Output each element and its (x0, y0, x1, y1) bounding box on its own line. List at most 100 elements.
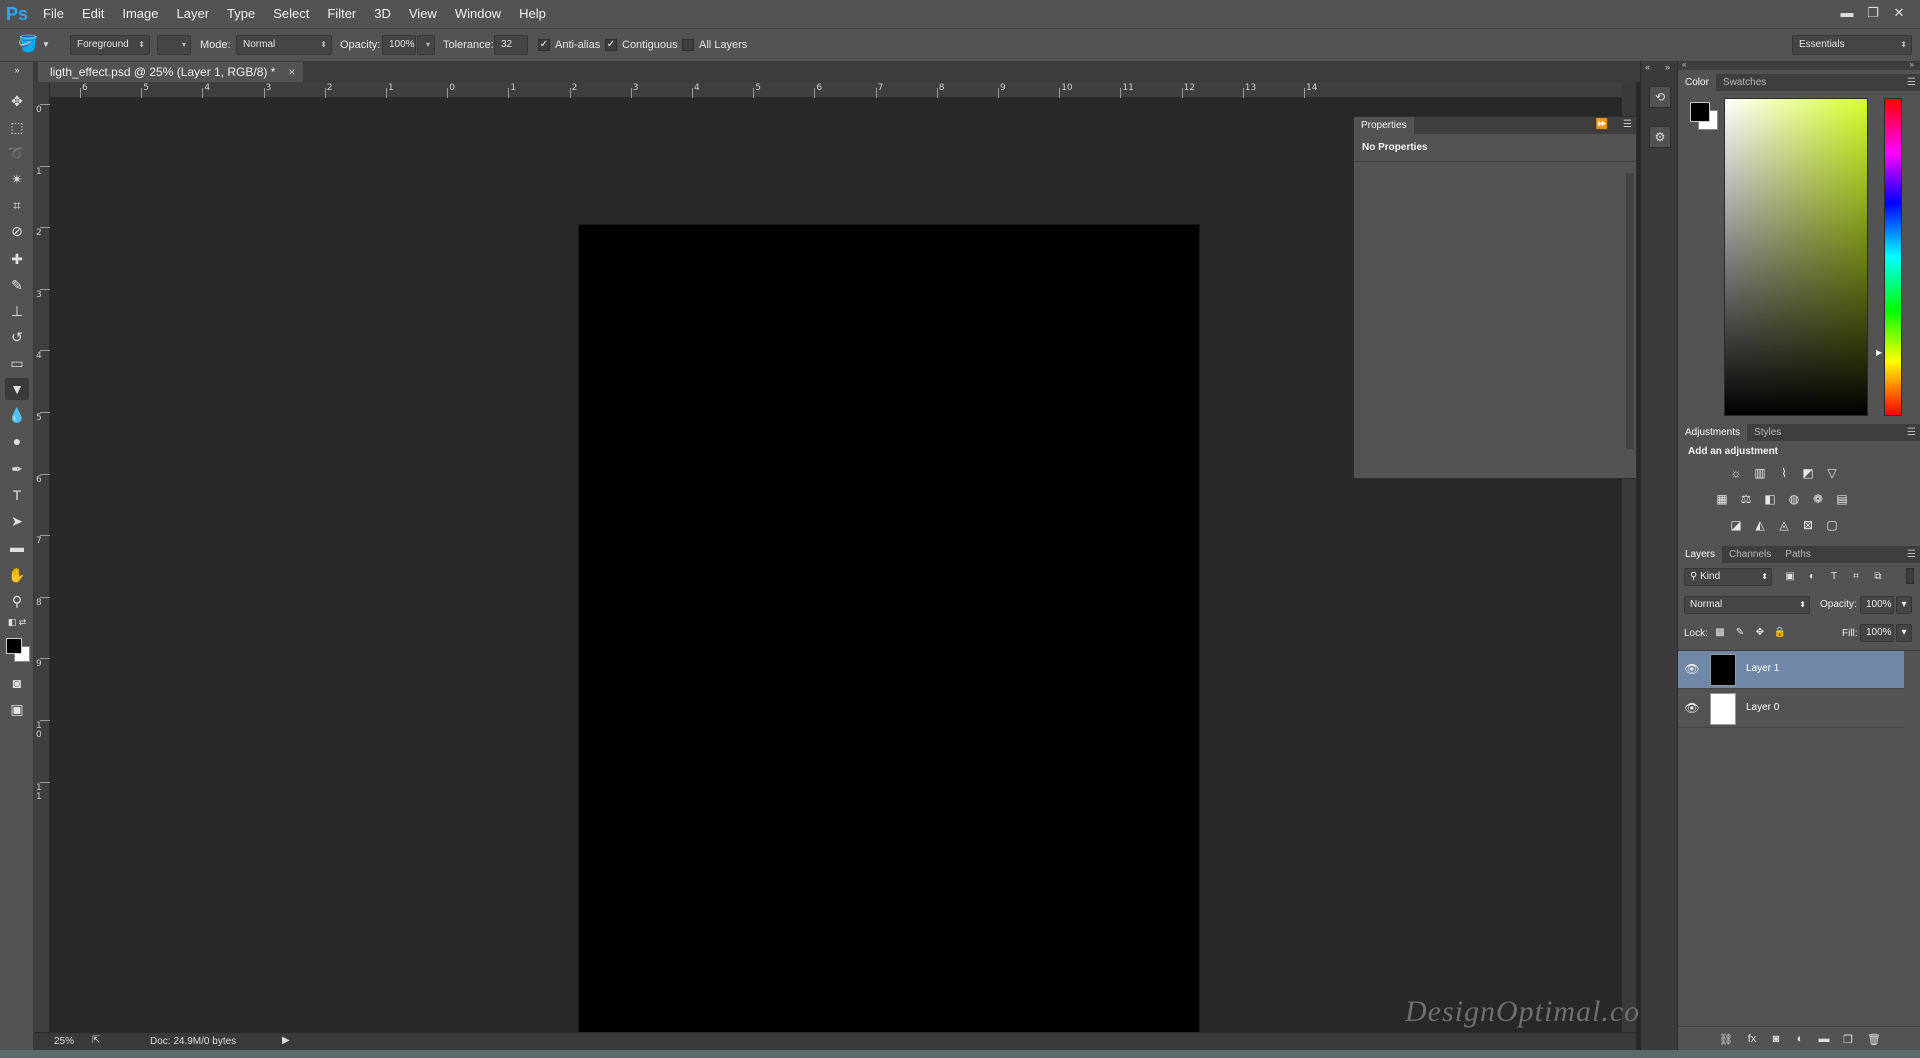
layer-style-fx-icon[interactable]: fx (1744, 1033, 1760, 1047)
pattern-picker[interactable]: ▾ (157, 35, 191, 55)
horizontal-ruler[interactable]: 6 5 4 3 2 1 0 1 2 3 4 5 6 7 8 9 10 11 12 13 14 (50, 82, 1622, 98)
new-group-icon[interactable]: ▬ (1816, 1033, 1832, 1047)
hue-slider-handle-icon[interactable]: ▶ (1876, 348, 1882, 357)
blend-mode-select[interactable]: Normal ⬍ (1684, 596, 1810, 614)
visibility-eye-icon[interactable]: 👁 (1684, 662, 1700, 678)
hue-slider[interactable] (1884, 98, 1902, 416)
restore-button[interactable]: ❐ (1860, 2, 1886, 24)
layer-opacity-input[interactable]: 100% (1860, 596, 1894, 614)
link-layers-icon[interactable]: ⛓ (1718, 1033, 1734, 1047)
close-button[interactable]: ✕ (1886, 2, 1912, 24)
tab-layers[interactable]: Layers (1678, 546, 1723, 563)
foreground-color-swatch[interactable] (6, 638, 22, 654)
menu-image[interactable]: Image (113, 0, 167, 28)
expand-panels-icon[interactable]: « (1682, 60, 1686, 69)
eraser-tool-icon[interactable]: ▭ (5, 352, 29, 374)
lock-transparent-icon[interactable]: ▩ (1712, 626, 1728, 640)
tab-color[interactable]: Color (1678, 74, 1716, 91)
filter-smart-object-icon[interactable]: ⧉ (1870, 570, 1886, 584)
menu-3d[interactable]: 3D (365, 0, 400, 28)
anti-alias-checkbox[interactable]: ✓ (538, 39, 550, 51)
collapse-panels-icon[interactable]: » (1910, 60, 1914, 69)
posterize-icon[interactable]: ◭ (1752, 518, 1768, 532)
panel-menu-icon[interactable]: ☰ (1907, 74, 1916, 91)
tab-adjustments[interactable]: Adjustments (1678, 424, 1748, 441)
history-brush-tool-icon[interactable]: ↺ (5, 326, 29, 348)
paint-bucket-tool-icon[interactable]: ▼ (5, 378, 29, 400)
exposure-icon[interactable]: ◩ (1800, 466, 1816, 480)
eyedropper-tool-icon[interactable]: ⊘ (5, 220, 29, 242)
color-spectrum-field[interactable] (1724, 98, 1868, 416)
selective-color-icon[interactable]: ▢ (1824, 518, 1840, 532)
quick-mask-icon[interactable]: ◙ (5, 672, 29, 694)
menu-select[interactable]: Select (264, 0, 318, 28)
panel-menu-icon[interactable]: ☰ (1907, 424, 1916, 441)
menu-type[interactable]: Type (218, 0, 264, 28)
menu-help[interactable]: Help (510, 0, 555, 28)
workspace-select[interactable]: Essentials ⬍ (1792, 35, 1912, 55)
new-layer-icon[interactable]: ❐ (1840, 1033, 1856, 1047)
panel-menu-icon[interactable]: ☰ (1623, 119, 1632, 130)
channel-mixer-icon[interactable]: ❁ (1810, 492, 1826, 506)
menu-window[interactable]: Window (446, 0, 510, 28)
screen-mode-icon[interactable]: ▣ (5, 698, 29, 720)
share-icon[interactable]: ⇱ (92, 1035, 100, 1046)
black-white-icon[interactable]: ◧ (1762, 492, 1778, 506)
document-tab[interactable]: ligth_effect.psd @ 25% (Layer 1, RGB/8) … (38, 62, 304, 82)
gradient-map-icon[interactable]: ⊠ (1800, 518, 1816, 532)
vibrance-icon[interactable]: ▽ (1824, 466, 1840, 480)
layer-name[interactable]: Layer 0 (1746, 702, 1779, 713)
tab-swatches[interactable]: Swatches (1716, 74, 1773, 91)
expand-dock-icon[interactable]: « (1645, 62, 1650, 72)
lasso-tool-icon[interactable]: ➰ (5, 142, 29, 164)
lock-all-icon[interactable]: 🔒 (1772, 626, 1788, 640)
crop-tool-icon[interactable]: ⌗ (5, 194, 29, 216)
tool-preset-dropdown-icon[interactable]: ▼ (42, 35, 50, 55)
add-mask-icon[interactable]: ◙ (1768, 1033, 1784, 1047)
fill-source-select[interactable]: Foreground ⬍ (70, 35, 150, 55)
new-adjustment-layer-icon[interactable]: ◐ (1792, 1033, 1808, 1047)
menu-edit[interactable]: Edit (73, 0, 113, 28)
layer-row[interactable]: 👁 Layer 1 (1678, 651, 1904, 689)
blur-tool-icon[interactable]: 💧 (5, 404, 29, 426)
foreground-color-chip[interactable] (1690, 102, 1710, 122)
history-panel-icon[interactable]: ⟲ (1649, 86, 1671, 108)
zoom-level[interactable]: 25% (54, 1036, 74, 1047)
mode-select[interactable]: Normal ⬍ (236, 35, 332, 55)
visibility-eye-icon[interactable]: 👁 (1684, 701, 1700, 717)
play-arrow-icon[interactable]: ▶ (282, 1035, 290, 1046)
filter-type-icon[interactable]: T (1826, 570, 1842, 584)
levels-icon[interactable]: ▥ (1752, 466, 1768, 480)
filter-toggle[interactable] (1906, 568, 1914, 584)
lock-image-icon[interactable]: ✎ (1732, 626, 1748, 640)
photo-filter-icon[interactable]: ◍ (1786, 492, 1802, 506)
fill-input[interactable]: 100% (1860, 624, 1894, 642)
close-document-icon[interactable]: × (288, 62, 295, 82)
pen-tool-icon[interactable]: ✒ (5, 458, 29, 480)
tab-properties[interactable]: Properties (1354, 117, 1414, 134)
rectangle-tool-icon[interactable]: ▬ (5, 536, 29, 558)
layer-filter-select[interactable]: ⚲ Kind ⬍ (1684, 568, 1772, 586)
magic-wand-tool-icon[interactable]: ✴ (5, 168, 29, 190)
clone-stamp-tool-icon[interactable]: ⊥ (5, 300, 29, 322)
type-tool-icon[interactable]: T (5, 484, 29, 506)
color-balance-icon[interactable]: ⚖ (1738, 492, 1754, 506)
healing-brush-tool-icon[interactable]: ✚ (5, 248, 29, 270)
color-lookup-icon[interactable]: ▤ (1834, 492, 1850, 506)
fill-dropdown-icon[interactable]: ▾ (1896, 624, 1912, 642)
lock-position-icon[interactable]: ✥ (1752, 626, 1768, 640)
collapse-toolbar-icon[interactable]: » (5, 64, 29, 76)
menu-file[interactable]: File (34, 0, 73, 28)
curves-icon[interactable]: ⌇ (1776, 466, 1792, 480)
filter-pixel-icon[interactable]: ▣ (1782, 570, 1798, 584)
expand-dock-icon-right[interactable]: » (1665, 62, 1670, 72)
threshold-icon[interactable]: ◬ (1776, 518, 1792, 532)
opacity-dropdown-icon[interactable]: ▾ (1896, 596, 1912, 614)
opacity-slider-button[interactable]: ▾ (417, 35, 435, 55)
delete-layer-icon[interactable]: 🗑 (1866, 1033, 1882, 1047)
tab-paths[interactable]: Paths (1778, 546, 1818, 563)
dodge-tool-icon[interactable]: ● (5, 430, 29, 452)
tab-channels[interactable]: Channels (1722, 546, 1778, 563)
layer-name[interactable]: Layer 1 (1746, 663, 1779, 674)
tolerance-input[interactable]: 32 (494, 35, 528, 55)
